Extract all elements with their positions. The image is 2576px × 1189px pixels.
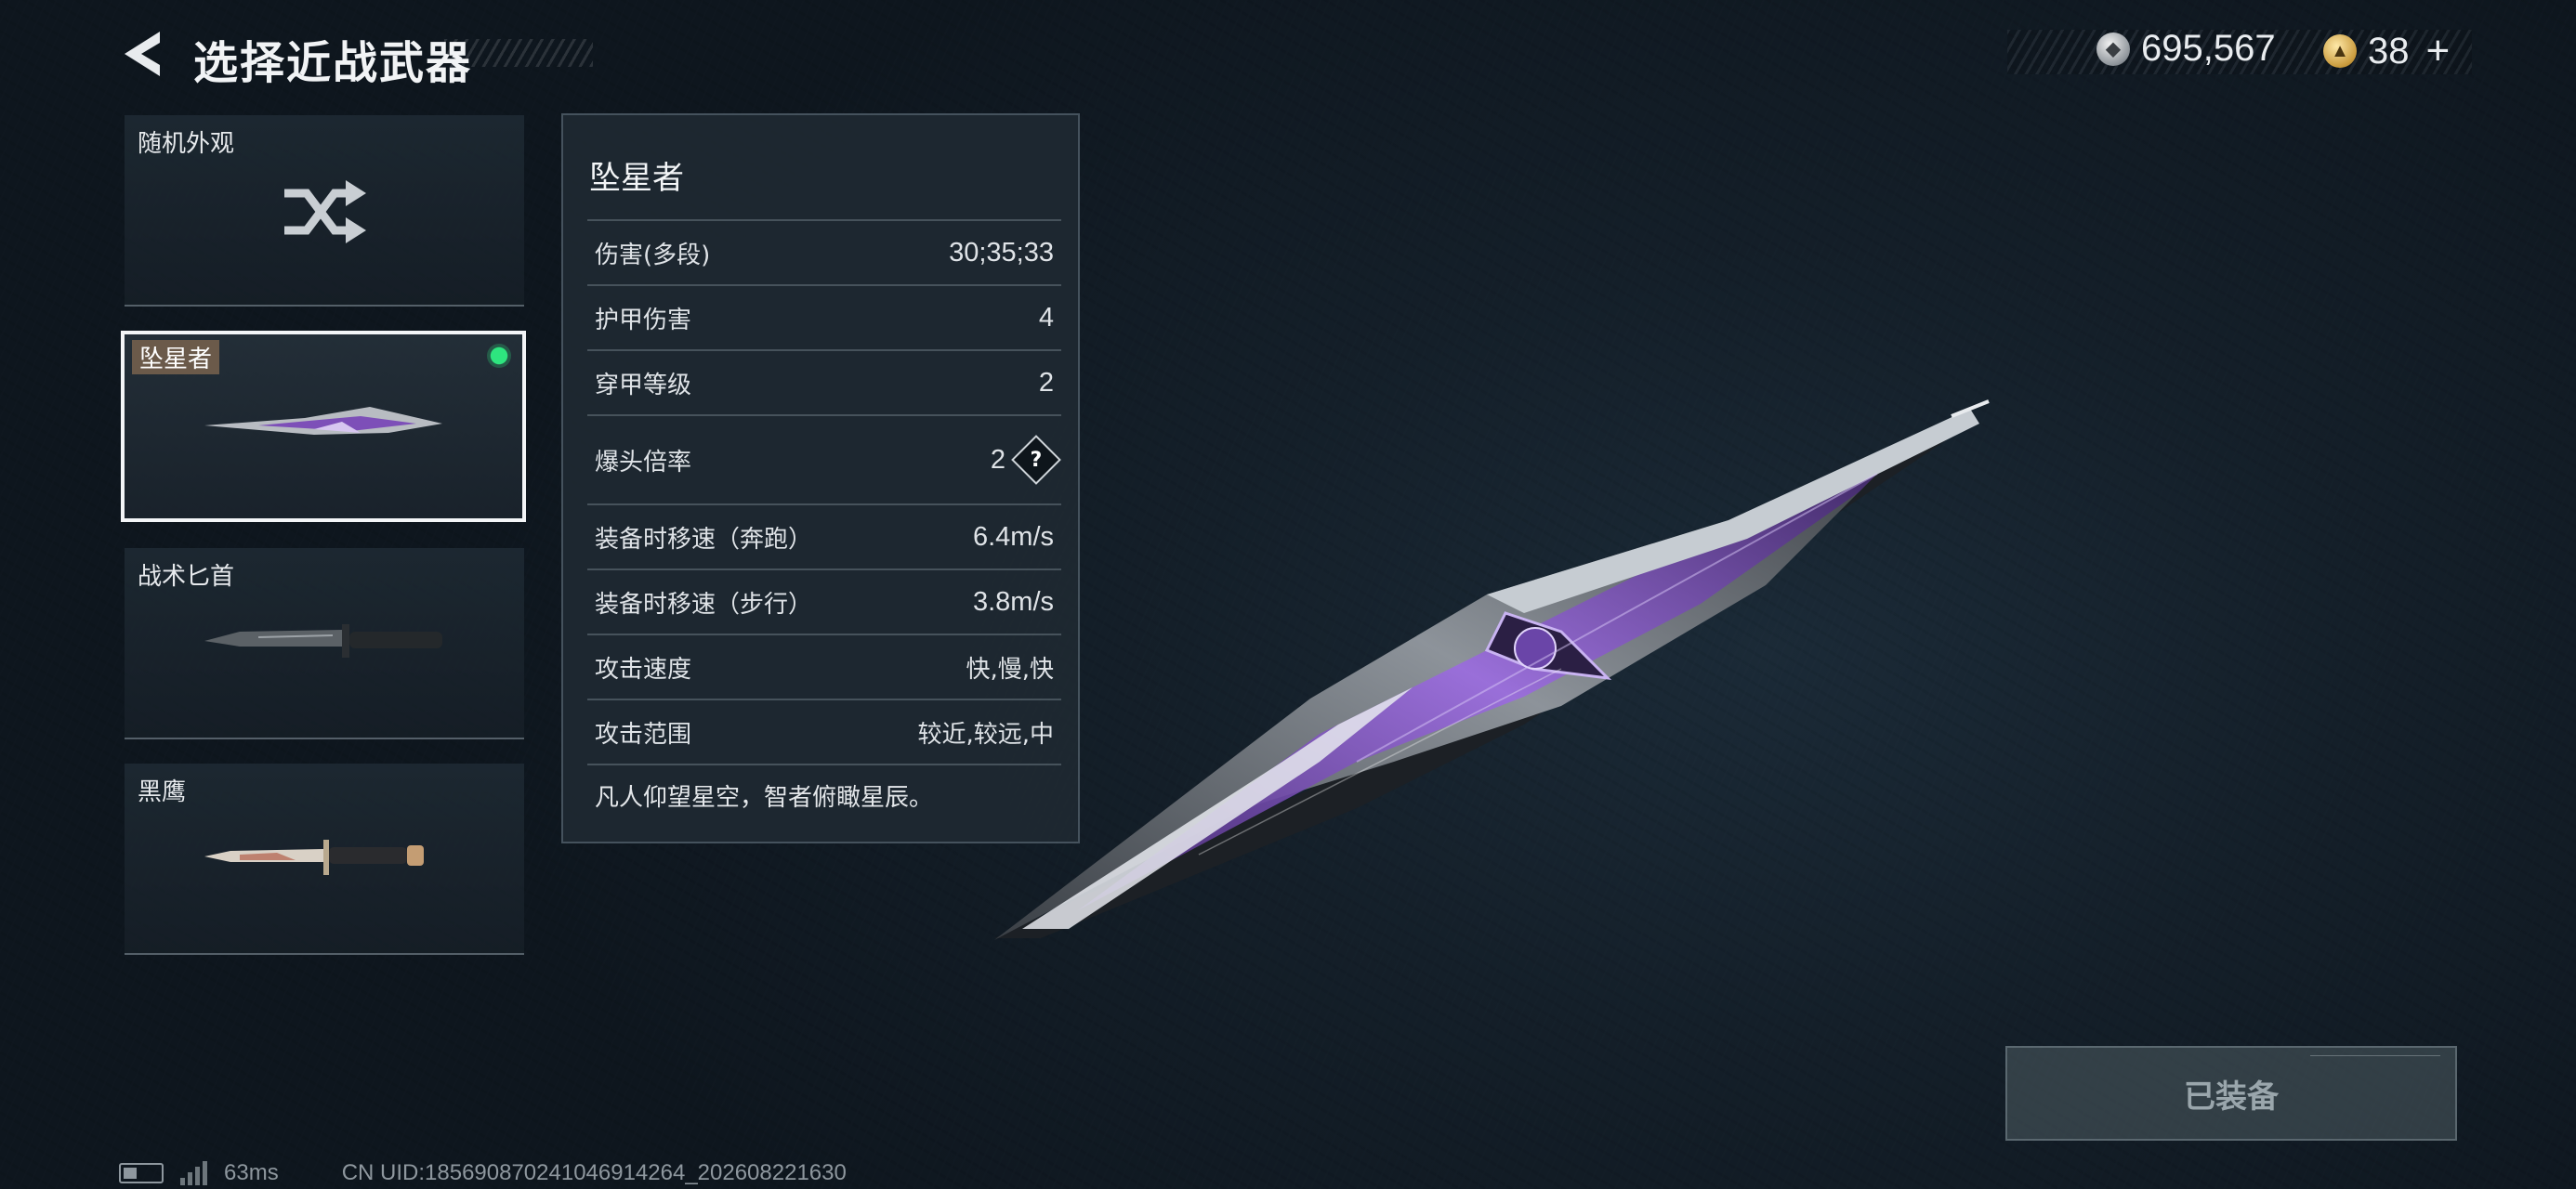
equipped-button-label: 已装备 [2184, 1078, 2279, 1116]
gold-coin-icon: ▲ [2323, 34, 2357, 68]
weapon-card-falling-star[interactable]: 坠星者 [121, 331, 526, 522]
gold-currency[interactable]: ▲ 38 + [2323, 28, 2450, 74]
weapon-card-black-hawk[interactable]: 黑鹰 [125, 764, 524, 955]
silver-amount: 695,567 [2141, 28, 2276, 69]
add-currency-icon[interactable]: + [2426, 28, 2451, 74]
stat-label: 装备时移速（步行） [595, 590, 813, 619]
stat-label: 穿甲等级 [595, 371, 692, 399]
falling-star-knife-model [994, 399, 1990, 940]
tactical-dagger-thumbnail [204, 624, 442, 658]
weapon-name: 坠星者 [589, 160, 684, 197]
battery-icon [119, 1163, 164, 1183]
stat-label: 攻击速度 [595, 655, 692, 684]
stat-label: 伤害(多段) [595, 241, 711, 269]
weapon-card-tactical-dagger[interactable]: 战术匕首 [125, 548, 524, 739]
equipped-indicator-icon [487, 344, 511, 368]
title-decoration [444, 39, 593, 67]
weapon-card-label: 黑鹰 [138, 778, 187, 806]
weapon-card-label: 随机外观 [138, 130, 235, 158]
stat-value: 4 [1038, 302, 1054, 333]
button-decoration [2310, 1055, 2440, 1065]
stat-row-damage: 伤害(多段) 30;35;33 [587, 219, 1061, 284]
weapon-card-label: 坠星者 [132, 340, 220, 374]
ping-value: 63ms [224, 1160, 279, 1185]
weapon-card-label: 战术匕首 [138, 563, 235, 591]
weapon-card-random[interactable]: 随机外观 [125, 115, 524, 307]
stat-row-armor-damage: 护甲伤害 4 [587, 284, 1061, 349]
black-hawk-knife-thumbnail [204, 840, 424, 875]
back-arrow-icon [125, 32, 160, 76]
stat-label: 装备时移速（奔跑） [595, 525, 813, 554]
gold-amount: 38 [2368, 30, 2410, 72]
equipped-button[interactable]: 已装备 [2005, 1046, 2457, 1141]
status-bar: 63ms CN UID:1856908702410469142​64_20260… [119, 1160, 847, 1185]
shuffle-icon [284, 180, 366, 243]
falling-star-knife-thumbnail [204, 407, 442, 435]
back-button[interactable] [119, 28, 165, 80]
signal-icon [180, 1161, 207, 1185]
stat-value: 30;35;33 [949, 237, 1054, 268]
stat-label: 爆头倍率 [595, 448, 692, 477]
silver-coin-icon: ◆ [2096, 32, 2130, 66]
stat-label: 攻击范围 [595, 720, 692, 749]
silver-currency: ◆ 695,567 [2096, 28, 2276, 70]
page-title: 选择近战武器 [193, 37, 473, 89]
stat-label: 护甲伤害 [595, 306, 692, 334]
user-uid: CN UID:1856908702410469142​64_2026082216… [341, 1160, 847, 1185]
